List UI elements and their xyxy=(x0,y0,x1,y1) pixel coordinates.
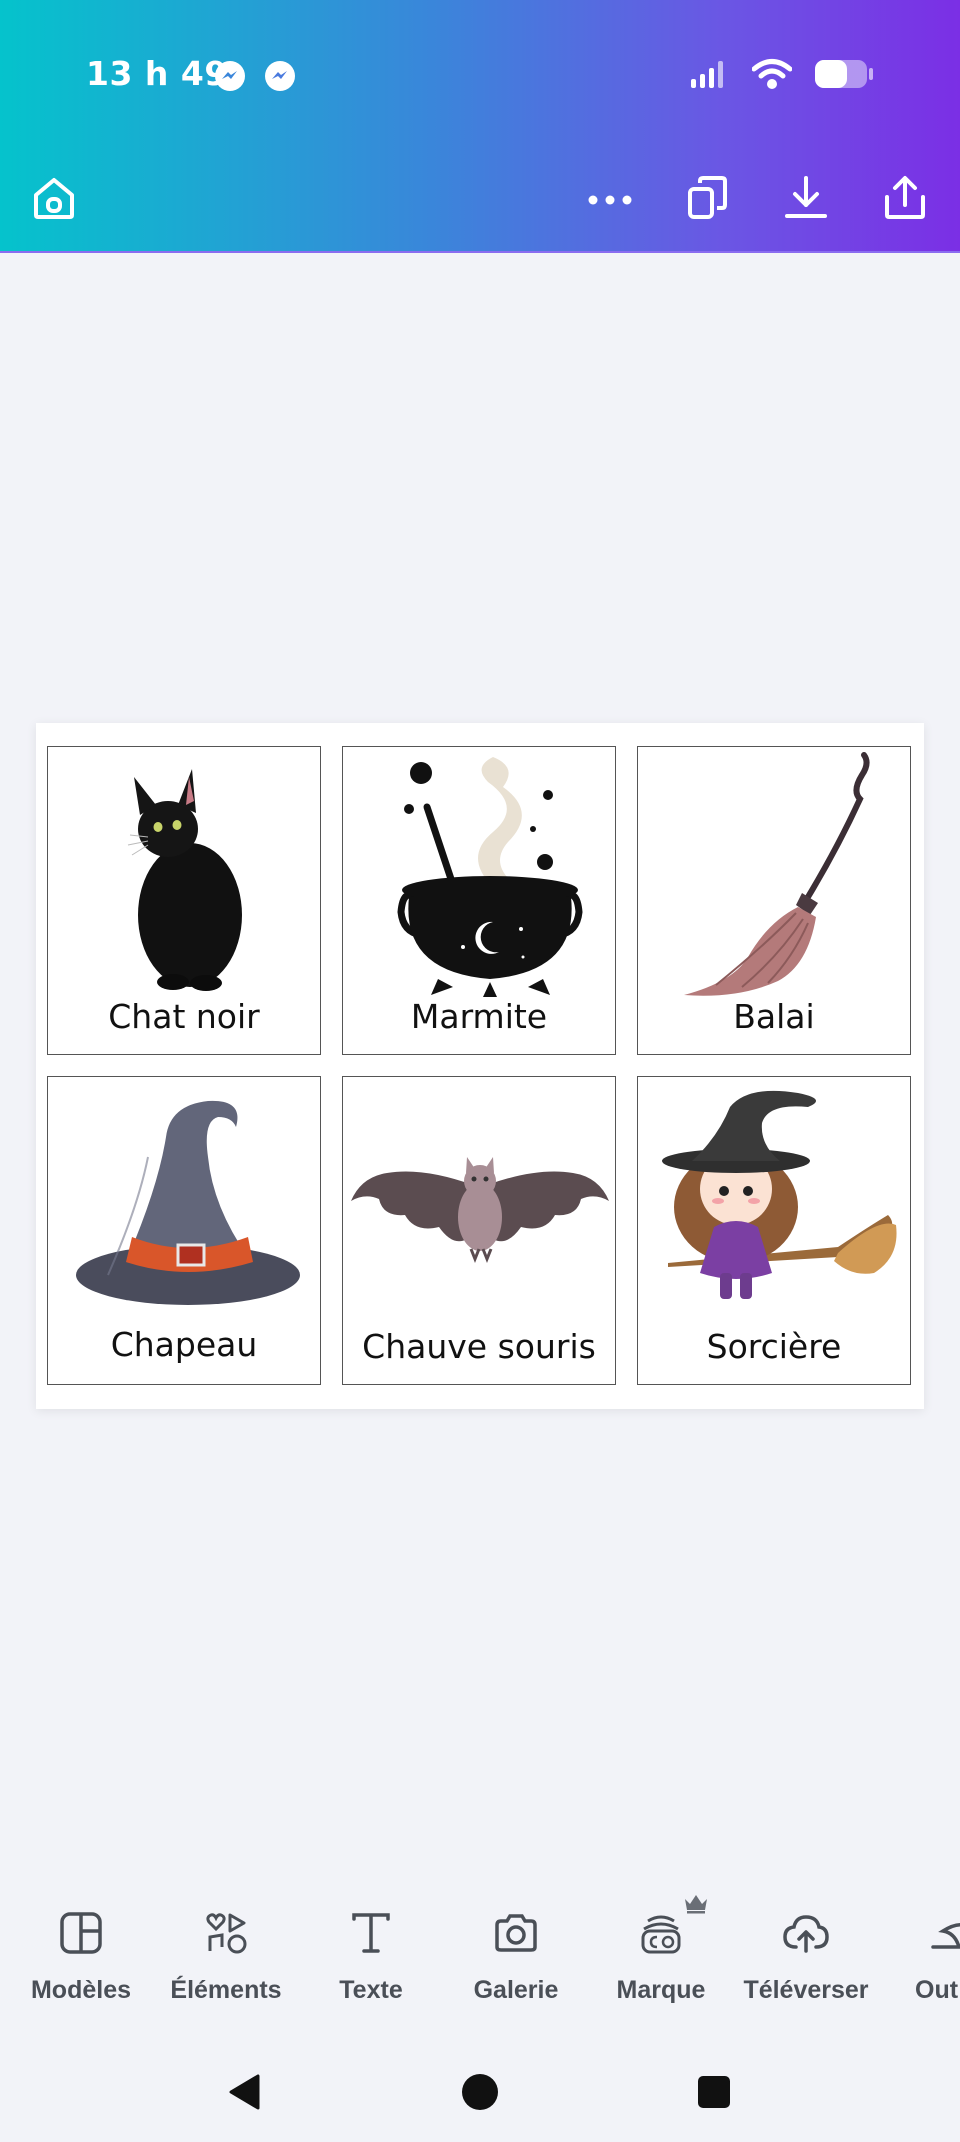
tool-modeles[interactable]: Modèles xyxy=(11,1900,151,2005)
cauldron-illustration xyxy=(397,757,583,997)
card-marmite[interactable]: Marmite xyxy=(342,746,616,1055)
back-button[interactable] xyxy=(215,2064,275,2124)
home-nav-button[interactable] xyxy=(450,2064,510,2124)
crown-icon xyxy=(683,1892,709,1918)
home-circle-icon xyxy=(460,2072,500,2116)
card-label: Balai xyxy=(733,997,815,1036)
design-page[interactable]: Chat noir Marmite Balai Chapeau Chauve s… xyxy=(36,723,924,1409)
status-time: 13 h 49 xyxy=(86,54,228,93)
templates-icon xyxy=(59,1911,103,1959)
more-icon xyxy=(587,191,633,210)
duplicate-icon xyxy=(687,175,729,225)
system-navigation-bar xyxy=(0,2050,960,2142)
wifi-icon xyxy=(751,58,793,94)
tool-label: Marque xyxy=(616,1976,706,2004)
signal-icon xyxy=(690,59,730,93)
witch-hat-illustration xyxy=(76,1100,300,1305)
card-balai[interactable]: Balai xyxy=(637,746,911,1055)
back-icon xyxy=(225,2072,265,2116)
home-button[interactable] xyxy=(24,170,84,230)
tool-label: Out xyxy=(915,1976,959,2004)
tool-label: Galerie xyxy=(473,1976,559,2004)
card-label: Marmite xyxy=(410,997,548,1036)
card-label: Chauve souris xyxy=(362,1327,596,1366)
tool-label: Modèles xyxy=(30,1976,132,2004)
brand-icon xyxy=(638,1911,684,1959)
duplicate-button[interactable] xyxy=(678,170,738,230)
download-button[interactable] xyxy=(776,170,836,230)
status-icons xyxy=(690,58,874,94)
tool-texte[interactable]: Texte xyxy=(301,1900,441,2005)
tool-televerser[interactable]: Téléverser xyxy=(736,1900,876,2005)
home-icon xyxy=(31,175,77,225)
tool-marque[interactable]: Marque xyxy=(591,1895,731,2005)
recents-button[interactable] xyxy=(684,2064,744,2124)
messenger-icon xyxy=(214,60,246,92)
top-header: 13 h 49 xyxy=(0,0,960,253)
card-chauve-souris[interactable]: Chauve souris xyxy=(342,1076,616,1385)
tool-galerie[interactable]: Galerie xyxy=(446,1900,586,2005)
bottom-toolbar: Modèles Éléments Texte Galerie Marque Té… xyxy=(0,1895,960,2030)
share-icon xyxy=(883,175,927,225)
black-cat-illustration xyxy=(127,769,242,991)
bat-illustration xyxy=(351,1157,609,1264)
camera-icon xyxy=(493,1913,539,1957)
share-button[interactable] xyxy=(875,170,935,230)
tool-outils[interactable]: Out xyxy=(881,1900,960,2005)
card-label: Chat noir xyxy=(108,997,260,1036)
card-sorciere[interactable]: Sorcière xyxy=(637,1076,911,1385)
tool-elements[interactable]: Éléments xyxy=(156,1900,296,2005)
battery-icon xyxy=(814,58,874,94)
text-icon xyxy=(349,1911,393,1959)
elements-icon xyxy=(204,1911,248,1959)
card-chapeau[interactable]: Chapeau xyxy=(47,1076,321,1385)
tool-label: Éléments xyxy=(170,1976,282,2004)
tool-label: Téléverser xyxy=(743,1976,869,2004)
broom-illustration xyxy=(684,752,870,996)
card-label: Chapeau xyxy=(110,1325,258,1364)
more-button[interactable] xyxy=(580,170,640,230)
messenger-icon xyxy=(264,60,296,92)
recents-icon xyxy=(696,2074,732,2114)
card-label: Sorcière xyxy=(706,1327,842,1366)
tool-label: Texte xyxy=(339,1976,403,2004)
card-chat-noir[interactable]: Chat noir xyxy=(47,746,321,1055)
tools-icon xyxy=(929,1913,960,1957)
upload-icon xyxy=(782,1913,830,1957)
witch-illustration xyxy=(662,1090,897,1299)
download-icon xyxy=(784,175,828,225)
